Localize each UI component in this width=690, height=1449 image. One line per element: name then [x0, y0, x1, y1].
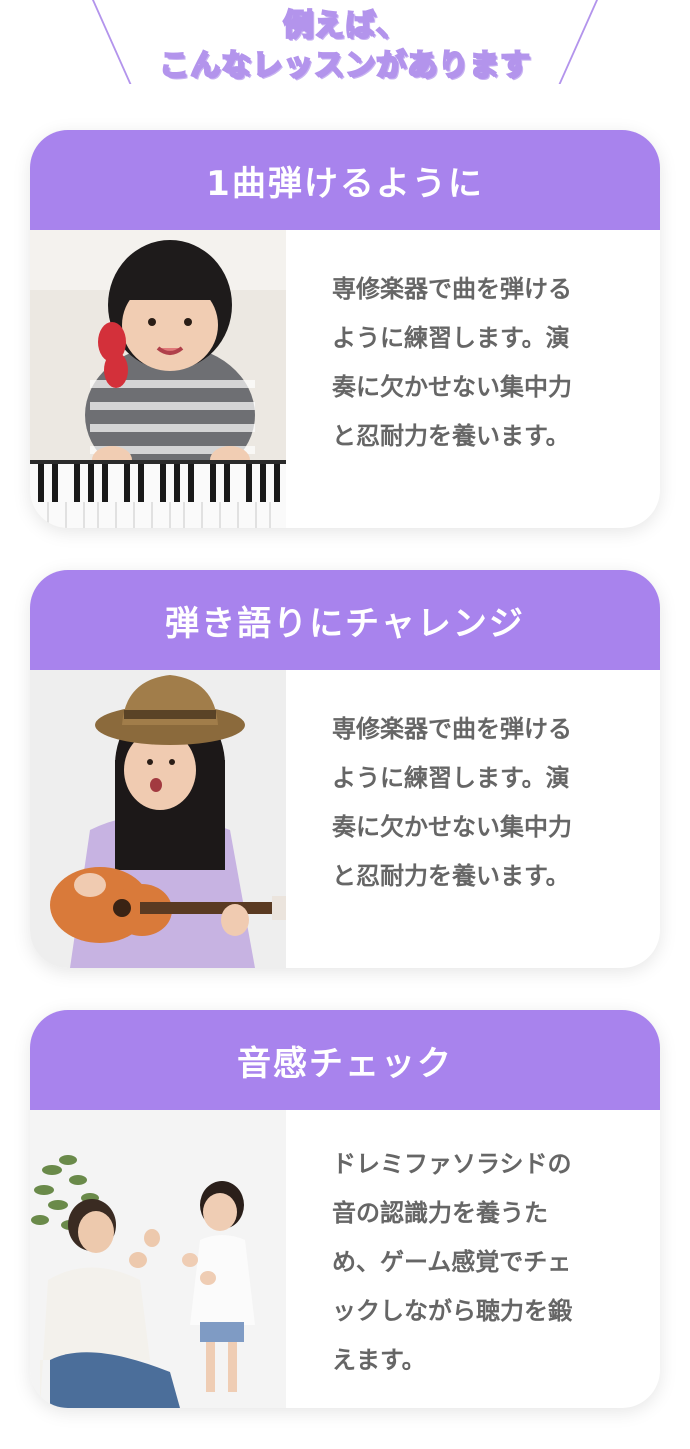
card-title: 弾き語りにチャレンジ	[30, 570, 660, 670]
card-description: 専修楽器で曲を弾ける ように練習します。演 奏に欠かせない集中力 と忍耐力を養い…	[332, 265, 632, 461]
description-line: ように練習します。演	[332, 764, 570, 792]
section-heading: 例えば、 こんなレッスンがあります	[0, 0, 690, 90]
ukulele-illustration	[30, 670, 286, 968]
description-line: と忍耐力を養います。	[332, 862, 570, 890]
lesson-card-ukulele: 弾き語りにチャレンジ 専修楽器で曲を弾ける ように練習します。演 奏に欠かせない…	[30, 570, 660, 968]
card-title: 1曲弾けるように	[30, 130, 660, 230]
ear-training-illustration	[30, 1110, 286, 1408]
lesson-card-ear-training: 音感チェック ドレミファソラシドの 音の認識力を養うた め、ゲーム感覚でチェ ッ…	[30, 1010, 660, 1408]
card-description: 専修楽器で曲を弾ける ように練習します。演 奏に欠かせない集中力 と忍耐力を養い…	[332, 705, 632, 901]
photo-girl-playing-piano	[30, 230, 286, 528]
description-line: 奏に欠かせない集中力	[332, 813, 572, 841]
photo-girl-playing-ukulele	[30, 670, 286, 968]
heading-line-1: 例えば、	[282, 7, 407, 44]
description-line: 音の認識力を養うた	[332, 1199, 548, 1227]
description-line: 専修楽器で曲を弾ける	[332, 715, 572, 743]
description-line: ックしながら聴力を鍛	[332, 1297, 572, 1325]
card-title: 音感チェック	[30, 1010, 660, 1110]
description-line: ドレミファソラシドの	[332, 1150, 572, 1178]
description-line: 専修楽器で曲を弾ける	[332, 275, 572, 303]
description-line: と忍耐力を養います。	[332, 422, 570, 450]
card-description: ドレミファソラシドの 音の認識力を養うた め、ゲーム感覚でチェ ックしながら聴力…	[332, 1140, 632, 1385]
description-line: め、ゲーム感覚でチェ	[332, 1248, 572, 1276]
lesson-card-piano: 1曲弾けるように 専修楽器で曲を弾ける ように練習します。演 奏に欠かせない集中…	[30, 130, 660, 528]
description-line: えます。	[332, 1346, 426, 1374]
piano-illustration	[30, 230, 286, 528]
description-line: 奏に欠かせない集中力	[332, 373, 572, 401]
description-line: ように練習します。演	[332, 324, 570, 352]
heading-line-2: こんなレッスンがあります	[158, 47, 531, 84]
photo-mother-and-child	[30, 1110, 286, 1408]
